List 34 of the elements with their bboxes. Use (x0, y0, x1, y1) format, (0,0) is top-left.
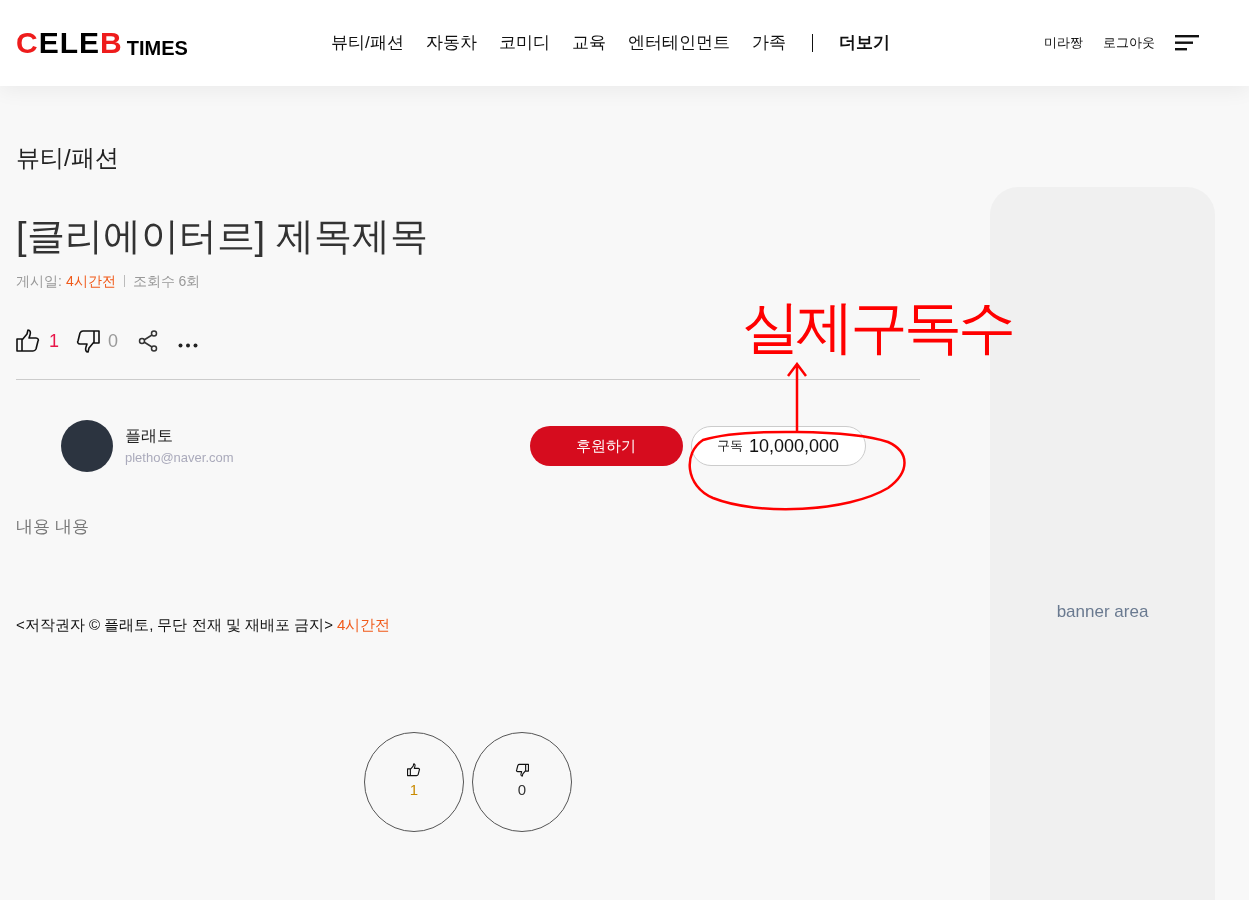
thumbs-up-icon[interactable] (16, 329, 41, 353)
user-link[interactable]: 미라짱 (1044, 33, 1083, 53)
nav-link[interactable]: 엔터테인먼트 (627, 30, 730, 56)
thumbs-up-icon (407, 762, 421, 777)
author-email: pletho@naver.com (125, 449, 234, 468)
annotation-arrow (786, 362, 808, 432)
annotation-text: 실제구독수 (742, 292, 1012, 363)
article-body: 내용 내용 (16, 516, 90, 538)
more-link[interactable]: 더보기 (838, 30, 890, 56)
nav-link[interactable]: 교육 (571, 30, 606, 56)
posted-label: 게시일: (16, 271, 62, 291)
posted-time: 4시간전 (65, 271, 116, 291)
nav-link[interactable]: 뷰티/패션 (331, 30, 404, 56)
logout-link[interactable]: 로그아웃 (1103, 33, 1155, 53)
menu-icon[interactable] (1175, 35, 1199, 51)
nav-link[interactable]: 가족 (751, 30, 786, 56)
donate-button[interactable]: 후원하기 (529, 426, 683, 466)
more-icon[interactable] (178, 342, 199, 348)
like-count: 1 (49, 329, 59, 353)
category-title: 뷰티/패션 (16, 143, 120, 173)
subscribe-button[interactable]: 구독 10,000,000 (690, 426, 866, 466)
copyright-line: <저작권자 © 플래토, 무단 전재 및 재배포 금지> 4시간전 (16, 614, 392, 635)
dislike-count: 0 (108, 329, 119, 353)
banner-label: banner area (1056, 601, 1149, 624)
nav-link[interactable]: 자동차 (425, 30, 477, 56)
view-count: 조회수 6회 (132, 271, 201, 291)
thumbs-down-icon[interactable] (75, 329, 100, 353)
logo[interactable]: CELEB TIMES (16, 28, 316, 58)
avatar-placeholder (61, 420, 113, 472)
share-icon[interactable] (138, 330, 159, 352)
article-title: [클리에이터르] 제목제목 (16, 214, 429, 259)
nav-link[interactable]: 코미디 (498, 30, 550, 56)
author-name: 플래토 (125, 426, 174, 447)
thumbs-down-icon (515, 762, 529, 777)
